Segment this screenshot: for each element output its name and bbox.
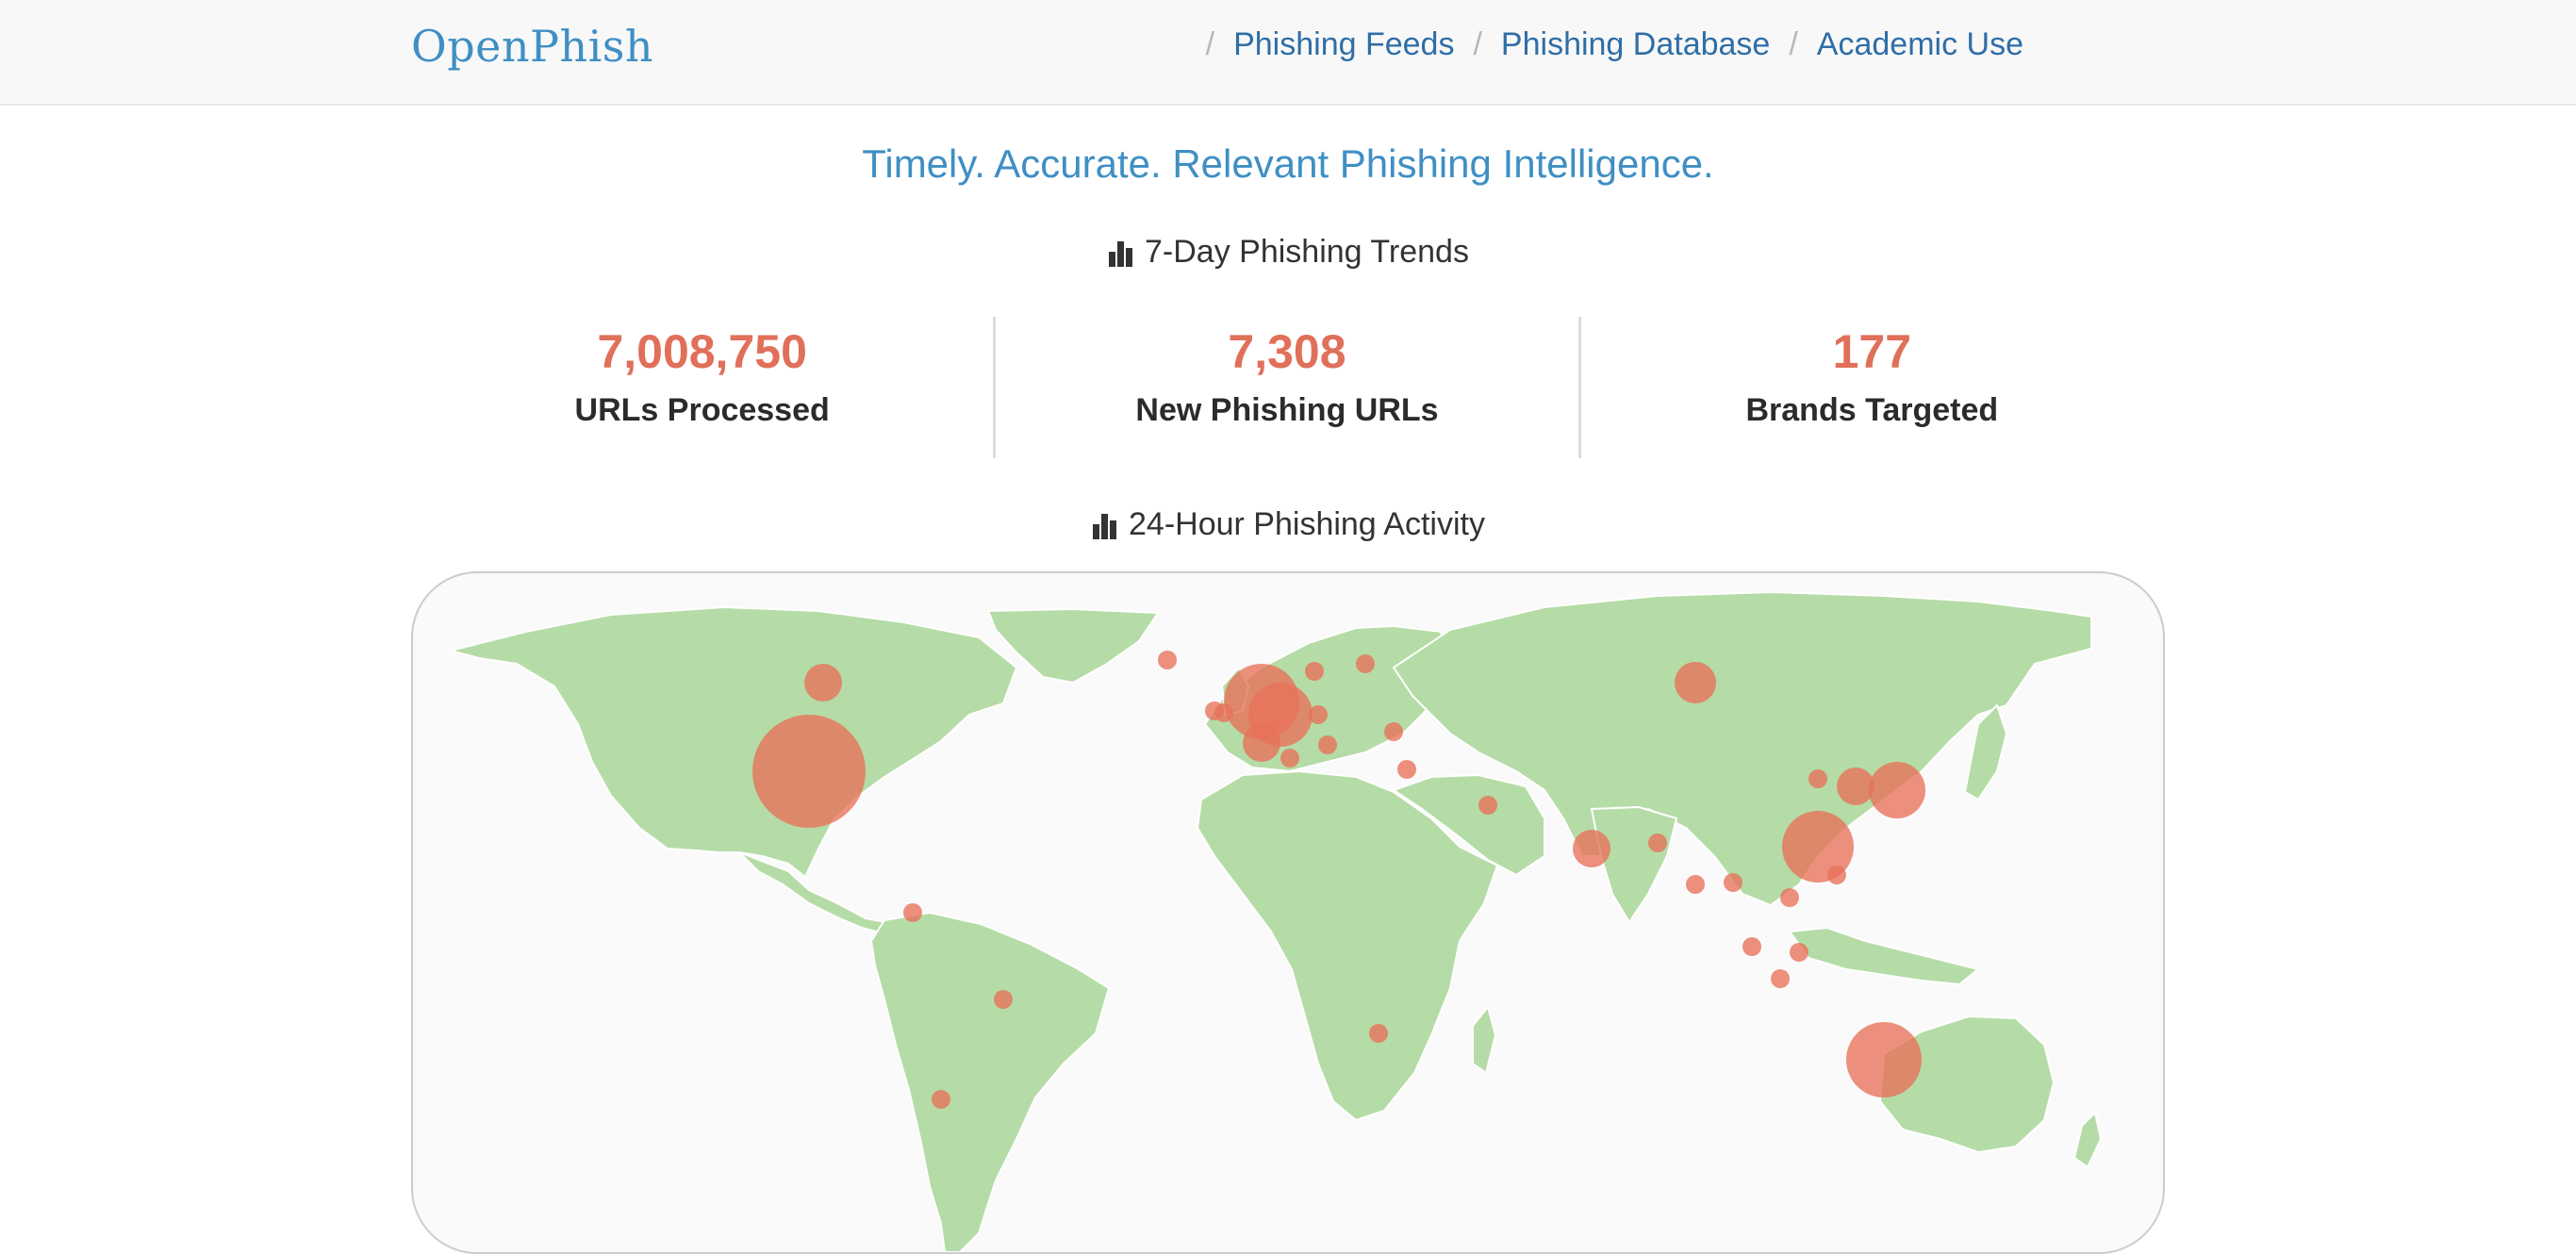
stat-label: URLs Processed xyxy=(574,392,830,428)
activity-bubble xyxy=(1808,769,1827,788)
stat-value: 7,008,750 xyxy=(597,325,807,378)
trends-title-text: 7-Day Phishing Trends xyxy=(1145,234,1469,270)
nav-links: / Phishing Feeds / Phishing Database / A… xyxy=(1187,26,2023,63)
navbar: OpenPhish / Phishing Feeds / Phishing Da… xyxy=(0,0,2576,106)
stat-value: 177 xyxy=(1832,325,1912,378)
activity-bubble xyxy=(1827,866,1846,884)
activity-bubble xyxy=(1205,701,1224,720)
activity-bubble xyxy=(1675,662,1716,703)
activity-bubble xyxy=(1771,969,1790,988)
world-map-panel xyxy=(411,571,2165,1254)
activity-bubble xyxy=(1686,875,1705,894)
activity-bubble xyxy=(1869,762,1925,818)
land-south-america xyxy=(870,912,1110,1252)
activity-bubble xyxy=(903,903,922,922)
stat-urls-processed: 7,008,750 URLs Processed xyxy=(411,317,997,458)
land-indonesia xyxy=(1789,927,1979,985)
activity-bubble xyxy=(1305,662,1324,681)
activity-bubble xyxy=(1397,760,1416,779)
nav-separator: / xyxy=(1789,26,1798,62)
trends-title: 7-Day Phishing Trends xyxy=(0,234,2576,271)
activity-bubble xyxy=(1369,1024,1388,1043)
land-india xyxy=(1591,806,1677,923)
nav-link-phishing-database[interactable]: Phishing Database xyxy=(1501,26,1770,63)
activity-bubble xyxy=(1790,943,1808,962)
activity-bubble xyxy=(1837,767,1874,805)
activity-bubble xyxy=(1780,888,1799,907)
activity-bubble xyxy=(1724,873,1742,892)
stat-label: Brands Targeted xyxy=(1745,392,1999,428)
activity-bubble xyxy=(1309,705,1328,724)
trend-stats: 7,008,750 URLs Processed 7,308 New Phish… xyxy=(411,317,2163,458)
activity-bubble xyxy=(1742,937,1761,956)
activity-bubble xyxy=(1648,833,1667,852)
activity-bubble xyxy=(1243,724,1280,762)
activity-title: 24-Hour Phishing Activity xyxy=(0,506,2576,543)
activity-bubble xyxy=(1158,651,1177,669)
land-new-zealand xyxy=(2073,1112,2102,1168)
nav-link-phishing-feeds[interactable]: Phishing Feeds xyxy=(1233,26,1454,63)
world-map xyxy=(450,591,2102,1252)
stat-label: New Phishing URLs xyxy=(1135,392,1439,428)
nav-separator: / xyxy=(1473,26,1482,62)
activity-bubble xyxy=(804,664,842,701)
activity-bubble xyxy=(994,990,1013,1009)
activity-bubble xyxy=(1478,796,1497,815)
nav-separator: / xyxy=(1205,26,1215,62)
land-madagascar xyxy=(1472,1006,1496,1074)
stat-value: 7,308 xyxy=(1228,325,1346,378)
brand-logo[interactable]: OpenPhish xyxy=(411,21,653,72)
activity-title-text: 24-Hour Phishing Activity xyxy=(1129,506,1485,542)
bar-chart-icon xyxy=(1109,240,1133,267)
activity-bubble xyxy=(752,715,866,828)
activity-bubble xyxy=(1384,722,1403,741)
activity-bubble xyxy=(1280,749,1299,767)
activity-bubble xyxy=(1356,654,1375,673)
bar-chart-icon xyxy=(1093,513,1117,539)
nav-link-academic-use[interactable]: Academic Use xyxy=(1817,26,2023,63)
tagline: Timely. Accurate. Relevant Phishing Inte… xyxy=(862,141,1714,186)
activity-bubble xyxy=(932,1090,950,1109)
stat-brands-targeted: 177 Brands Targeted xyxy=(1581,317,2163,458)
activity-bubble xyxy=(1846,1022,1922,1097)
activity-bubble xyxy=(1573,830,1610,867)
activity-bubble xyxy=(1318,735,1337,754)
land-north-america xyxy=(450,606,1017,878)
stat-new-phishing-urls: 7,308 New Phishing URLs xyxy=(996,317,1581,458)
